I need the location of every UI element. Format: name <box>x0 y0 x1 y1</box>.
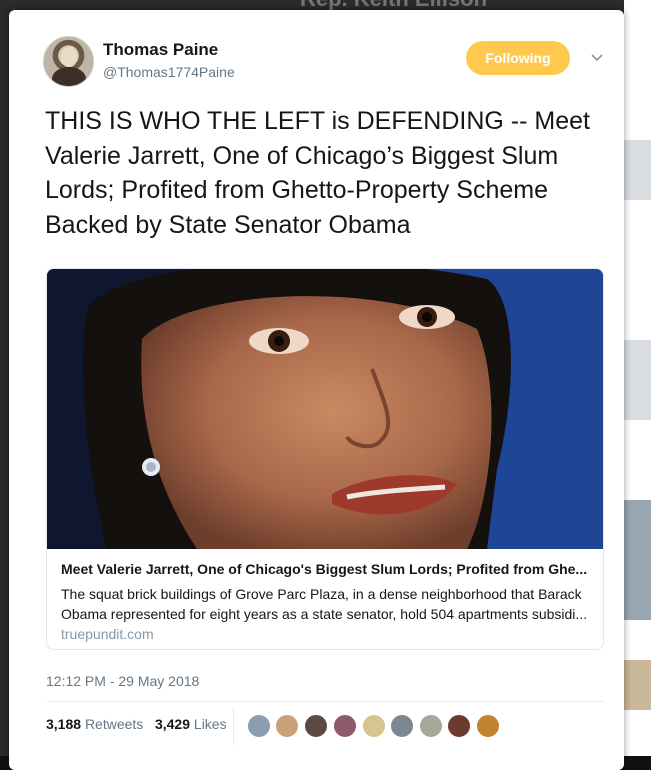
tweet-stats: 3,188 Retweets 3,429 Likes <box>46 716 227 732</box>
likes-stat[interactable]: 3,429 Likes <box>155 716 227 732</box>
divider <box>46 701 604 702</box>
author-name[interactable]: Thomas Paine <box>103 40 218 60</box>
liker-avatar[interactable] <box>362 714 386 738</box>
tweet-text: THIS IS WHO THE LEFT is DEFENDING -- Mee… <box>45 107 590 239</box>
tweet-card: Thomas Paine @Thomas1774Paine Following … <box>9 10 624 770</box>
liker-avatar[interactable] <box>419 714 443 738</box>
liker-avatar[interactable] <box>275 714 299 738</box>
background-image-fragment <box>624 500 651 620</box>
following-button[interactable]: Following <box>466 41 570 75</box>
liker-avatar[interactable] <box>304 714 328 738</box>
chevron-down-icon[interactable] <box>590 52 604 64</box>
link-preview-card[interactable]: Meet Valerie Jarrett, One of Chicago's B… <box>46 268 604 650</box>
liker-avatar[interactable] <box>333 714 357 738</box>
link-card-title: Meet Valerie Jarrett, One of Chicago's B… <box>61 561 588 577</box>
tweet-timestamp[interactable]: 12:12 PM - 29 May 2018 <box>46 673 199 689</box>
author-handle[interactable]: @Thomas1774Paine <box>103 64 235 80</box>
background-image-fragment <box>624 340 651 420</box>
liker-avatar[interactable] <box>447 714 471 738</box>
author-avatar[interactable] <box>43 36 94 87</box>
background-image-fragment <box>624 140 651 200</box>
liker-avatar[interactable] <box>476 714 500 738</box>
stats-divider <box>233 707 234 745</box>
background-image-fragment <box>624 660 651 710</box>
liker-avatar[interactable] <box>390 714 414 738</box>
article-photo <box>47 269 603 549</box>
link-card-domain: truepundit.com <box>61 626 154 642</box>
liker-avatar[interactable] <box>247 714 271 738</box>
link-card-description: The squat brick buildings of Grove Parc … <box>61 586 588 622</box>
retweets-stat[interactable]: 3,188 Retweets <box>46 716 143 732</box>
